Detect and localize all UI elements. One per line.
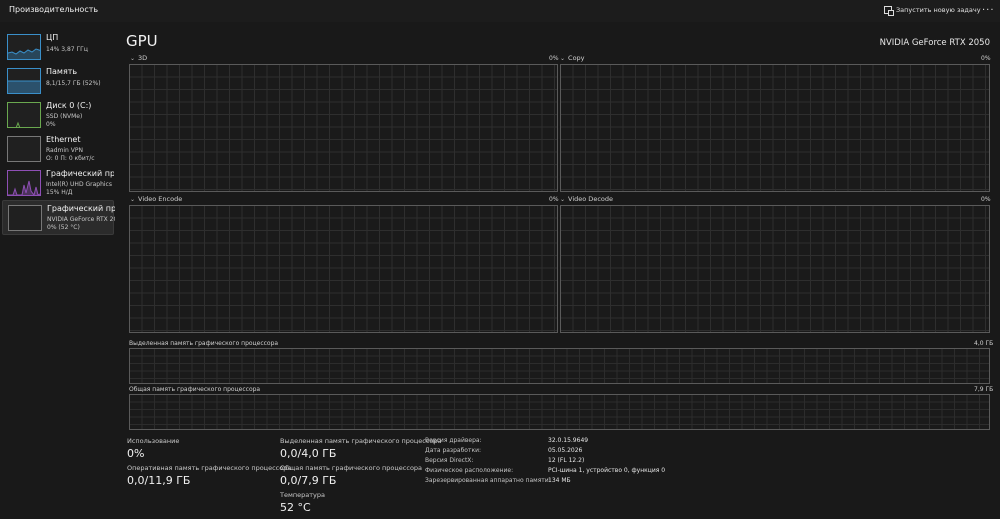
engine-copy-dropdown[interactable]: ⌄ Copy bbox=[560, 54, 585, 62]
dedicated-memory-graph bbox=[129, 348, 990, 384]
dedicated-memory-value: 0,0/4,0 ГБ bbox=[280, 447, 337, 460]
sidebar-item-detail: NVIDIA GeForce RTX 2050 bbox=[47, 216, 115, 223]
directx-version-value: 12 (FL 12.2) bbox=[548, 457, 585, 464]
engine-3d-graph bbox=[129, 64, 558, 192]
directx-version-key: Версия DirectX: bbox=[425, 457, 474, 464]
engine-video-encode-dropdown[interactable]: ⌄ Video Encode bbox=[130, 195, 182, 203]
sidebar-item-detail: Radmin VPN bbox=[46, 147, 83, 154]
driver-version-key: Версия драйвера: bbox=[425, 437, 482, 444]
gpu-model-name: NVIDIA GeForce RTX 2050 bbox=[879, 38, 990, 48]
gpu-intel-thumbnail bbox=[7, 170, 41, 196]
run-new-task-button[interactable]: Запустить новую задачу bbox=[884, 3, 981, 17]
sidebar-item-cpu[interactable]: ЦП 14% 3,87 ГГц bbox=[2, 30, 114, 64]
engine-copy-graph bbox=[560, 64, 990, 192]
reserved-memory-value: 134 МБ bbox=[548, 477, 571, 484]
main-panel: GPU NVIDIA GeForce RTX 2050 ⌄ 3D 0% ⌄ Copy… bbox=[114, 22, 1000, 519]
sidebar-item-detail: Intel(R) UHD Graphics bbox=[46, 181, 112, 188]
engine-label: Copy bbox=[568, 54, 585, 62]
sidebar-item-detail: SSD (NVMe) bbox=[46, 113, 83, 120]
engine-label: 3D bbox=[138, 54, 148, 62]
sidebar: ЦП 14% 3,87 ГГц Память 8,1/15,7 ГБ (52%)… bbox=[0, 22, 115, 519]
sidebar-item-detail: 14% 3,87 ГГц bbox=[46, 46, 88, 53]
engine-video-decode-graph bbox=[560, 205, 990, 333]
sidebar-item-name: ЦП bbox=[46, 33, 59, 42]
ethernet-thumbnail bbox=[7, 136, 41, 162]
driver-date-key: Дата разработки: bbox=[425, 447, 482, 454]
engine-label: Video Encode bbox=[138, 195, 183, 203]
sidebar-item-memory[interactable]: Память 8,1/15,7 ГБ (52%) bbox=[2, 64, 114, 98]
shared-memory-graph bbox=[129, 394, 990, 430]
shared-memory-label: Общая память графического процессора bbox=[280, 464, 423, 472]
sidebar-item-disk[interactable]: Диск 0 (C:) SSD (NVMe) 0% bbox=[2, 98, 114, 132]
chevron-down-icon: ⌄ bbox=[130, 55, 136, 62]
engine-percent: 0% bbox=[549, 196, 559, 203]
sidebar-item-name: Графический про bbox=[47, 204, 115, 213]
gpu-nvidia-thumbnail bbox=[8, 205, 42, 231]
utilization-label: Использование bbox=[127, 437, 180, 445]
sidebar-item-gpu-intel[interactable]: Графический про Intel(R) UHD Graphics 15… bbox=[2, 166, 114, 200]
disk-thumbnail bbox=[7, 102, 41, 128]
driver-version-value: 32.0.15.9649 bbox=[548, 437, 589, 444]
run-new-task-label: Запустить новую задачу bbox=[896, 6, 981, 14]
shared-memory-graph-label: Общая память графического процессора bbox=[129, 386, 261, 393]
sidebar-item-detail: 8,1/15,7 ГБ (52%) bbox=[46, 80, 101, 87]
sidebar-item-ethernet[interactable]: Ethernet Radmin VPN О: 0 П: 0 кбит/с bbox=[2, 132, 114, 166]
engine-3d-dropdown[interactable]: ⌄ 3D bbox=[130, 54, 147, 62]
gpu-memory-label: Оперативная память графического процессо… bbox=[127, 464, 292, 472]
shared-memory-graph-max: 7,9 ГБ bbox=[974, 386, 994, 393]
title-bar: Производительность Запустить новую задач… bbox=[0, 0, 1000, 22]
more-options-button[interactable]: ... bbox=[982, 2, 995, 13]
sidebar-item-detail-2: О: 0 П: 0 кбит/с bbox=[46, 155, 95, 162]
gpu-title: GPU bbox=[126, 32, 158, 50]
gpu-memory-value: 0,0/11,9 ГБ bbox=[127, 474, 191, 487]
driver-date-value: 05.05.2026 bbox=[548, 447, 583, 454]
engine-percent: 0% bbox=[981, 196, 991, 203]
chevron-down-icon: ⌄ bbox=[560, 196, 566, 203]
sidebar-item-detail-2: 0% bbox=[46, 121, 56, 128]
temperature-value: 52 °C bbox=[280, 501, 311, 514]
shared-memory-value: 0,0/7,9 ГБ bbox=[280, 474, 337, 487]
sidebar-item-detail-2: 15% Н/Д bbox=[46, 189, 73, 196]
sidebar-item-name: Ethernet bbox=[46, 135, 81, 144]
reserved-memory-key: Зарезервированная аппаратно памяти: bbox=[425, 477, 551, 484]
dedicated-memory-label: Выделенная память графического процессор… bbox=[280, 437, 442, 445]
engine-video-encode-graph bbox=[129, 205, 558, 333]
physical-location-value: PCI-шина 1, устройство 0, функция 0 bbox=[548, 467, 666, 474]
engine-label: Video Decode bbox=[568, 195, 613, 203]
new-task-icon bbox=[884, 6, 894, 16]
chevron-down-icon: ⌄ bbox=[560, 55, 566, 62]
engine-percent: 0% bbox=[549, 55, 559, 62]
sidebar-item-name: Графический про bbox=[46, 169, 114, 178]
temperature-label: Температура bbox=[280, 491, 325, 499]
memory-thumbnail bbox=[7, 68, 41, 94]
physical-location-key: Физическое расположение: bbox=[425, 467, 514, 474]
sidebar-item-name: Память bbox=[46, 67, 78, 76]
cpu-thumbnail bbox=[7, 34, 41, 60]
sidebar-item-detail-2: 0% (52 °C) bbox=[47, 224, 80, 231]
sidebar-item-name: Диск 0 (C:) bbox=[46, 101, 92, 110]
chevron-down-icon: ⌄ bbox=[130, 196, 136, 203]
dedicated-memory-graph-label: Выделенная память графического процессор… bbox=[129, 340, 279, 347]
dedicated-memory-graph-max: 4,0 ГБ bbox=[974, 340, 994, 347]
utilization-value: 0% bbox=[127, 447, 145, 460]
page-title: Производительность bbox=[9, 5, 99, 14]
sidebar-item-gpu-nvidia[interactable]: Графический про NVIDIA GeForce RTX 2050 … bbox=[2, 200, 115, 235]
engine-percent: 0% bbox=[981, 55, 991, 62]
engine-video-decode-dropdown[interactable]: ⌄ Video Decode bbox=[560, 195, 613, 203]
